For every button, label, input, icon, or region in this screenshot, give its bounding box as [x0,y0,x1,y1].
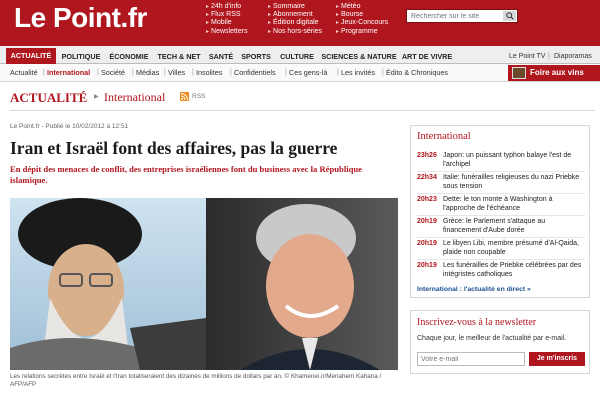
rss-link[interactable]: RSS [192,93,205,100]
subnav-separator: | [285,69,287,76]
subnav-item-actualite[interactable]: Actualité [10,64,38,82]
header-link[interactable]: Édition digitale [268,19,322,27]
news-separator [417,259,585,260]
news-text: Dette: le ton monte à Washington à l'app… [443,196,553,212]
news-time: 20h19 [417,218,437,225]
header-link[interactable]: Bourse [336,11,388,19]
nav-tab-actualite[interactable]: ACTUALITÉ [6,48,56,64]
nav-link-diaporamas[interactable]: Diaporamas [554,49,592,64]
news-item[interactable]: 22h34 Italie: funérailles religieuses du… [417,174,587,192]
nav-separator: | [548,53,550,60]
news-text: Grèce: le Parlement s'attaque au finance… [443,218,546,234]
header-links-col1: 24h d'info Flux RSS Mobile Newsletters [206,3,248,36]
header-link[interactable]: Sommaire [268,3,322,11]
header-link[interactable]: Météo [336,3,388,11]
international-news-box: International 23h26 Japon: un puissant t… [410,125,590,298]
news-text: Le libyen Libi, membre présumé d'Al-Qaid… [443,240,579,256]
site-header: Le Point.fr 24h d'info Flux RSS Mobile N… [0,0,600,46]
news-time: 23h26 [417,152,437,159]
news-separator [417,193,585,194]
header-links-col2: Sommaire Abonnement Édition digitale Nos… [268,3,322,36]
newsletter-box: Inscrivez-vous à la newsletter Chaque jo… [410,310,590,374]
article-meta: Le Point.fr - Publié le 10/02/2012 à 12:… [10,123,129,130]
article-lead: En dépit des menaces de conflit, des ent… [10,164,362,185]
news-time: 20h23 [417,196,437,203]
nav-tab-economie[interactable]: ÉCONOMIE [106,49,152,64]
section-divider [10,110,595,111]
subnav-separator: | [97,69,99,76]
subnav-item-societe[interactable]: Société [101,64,125,82]
section-title[interactable]: ACTUALITÉ [10,90,87,106]
international-direct-link[interactable]: International : l'actualité en direct » [417,286,531,293]
news-item[interactable]: 20h19 Les funérailles de Priebke célébré… [417,262,587,280]
subnav-item-villes[interactable]: Villes [168,64,185,82]
search-input[interactable] [407,10,501,22]
site-logo[interactable]: Le Point.fr [14,2,147,34]
nav-link-point-tv[interactable]: Le Point TV [509,49,545,64]
photo-caption: Les relations secrètes entre Israël et l… [10,373,382,388]
main-content: ACTUALITÉ ▶ International RSS Le Point.f… [0,82,600,393]
header-link[interactable]: Flux RSS [206,11,248,19]
subnav-item-medias[interactable]: Médias [136,64,159,82]
subnav-item-ces-gens-la[interactable]: Ces gens-là [289,64,327,82]
subnav-separator: | [192,69,194,76]
foire-aux-vins-banner[interactable]: Foire aux vins [508,65,600,81]
main-nav: ACTUALITÉ POLITIQUE ÉCONOMIE TECH & NET … [0,46,600,64]
article-photo [10,198,398,370]
news-text: Italie: funérailles religieuses du nazi … [443,174,580,190]
nav-tab-culture[interactable]: CULTURE [276,49,318,64]
newsletter-text: Chaque jour, le meilleur de l'actualité … [417,335,567,342]
news-item[interactable]: 23h26 Japon: un puissant typhon balaye l… [417,152,587,170]
article-headline: Iran et Israël font des affaires, pas la… [10,138,338,158]
breadcrumb-international[interactable]: International [104,90,165,105]
subnav-item-confidentiels[interactable]: Confidentiels [234,64,276,82]
news-time: 20h19 [417,240,437,247]
nav-tab-art-de-vivre[interactable]: ART DE VIVRE [400,49,454,64]
subnav-separator: | [230,69,232,76]
subnav-item-les-invites[interactable]: Les invités [341,64,375,82]
header-links-col3: Météo Bourse Jeux-Concours Programme [336,3,388,36]
breadcrumb-arrow-icon: ▶ [94,94,99,100]
header-link[interactable]: Nos hors-séries [268,28,322,36]
news-separator [417,171,585,172]
nav-tab-sports[interactable]: SPORTS [238,49,274,64]
news-separator [417,237,585,238]
nav-tab-sciences[interactable]: SCIENCES & NATURE [320,49,398,64]
news-item[interactable]: 20h23 Dette: le ton monte à Washington à… [417,196,587,214]
subnav-item-insolites[interactable]: Insolites [196,64,222,82]
header-link[interactable]: Mobile [206,19,248,27]
search-box [406,9,518,23]
rss-icon[interactable] [180,92,189,101]
nav-tab-tech[interactable]: TECH & NET [154,49,204,64]
news-time: 22h34 [417,174,437,181]
subnav-separator: | [337,69,339,76]
subnav-separator: | [132,69,134,76]
search-button[interactable] [503,11,516,21]
header-link[interactable]: Programme [336,28,388,36]
nav-tab-sante[interactable]: SANTÉ [206,49,236,64]
header-link[interactable]: Jeux-Concours [336,19,388,27]
search-icon [505,12,514,20]
nav-tab-politique[interactable]: POLITIQUE [58,49,104,64]
news-time: 20h19 [417,262,437,269]
subnav-item-edito[interactable]: Édito & Chroniques [386,64,448,82]
news-item[interactable]: 20h19 Le libyen Libi, membre présumé d'A… [417,240,587,258]
international-box-title[interactable]: International [411,126,589,142]
subnav-item-international[interactable]: International [47,64,90,82]
news-item[interactable]: 20h19 Grèce: le Parlement s'attaque au f… [417,218,587,236]
wine-icon [512,67,526,79]
foire-aux-vins-label: Foire aux vins [530,68,584,77]
subnav-separator: | [164,69,166,76]
subnav-separator: | [43,69,45,76]
header-link[interactable]: Newsletters [206,28,248,36]
subnav-separator: | [382,69,384,76]
newsletter-title: Inscrivez-vous à la newsletter [417,317,537,328]
newsletter-subscribe-button[interactable]: Je m'inscris [529,352,585,366]
news-separator [417,215,585,216]
news-text: Les funérailles de Priebke célébrées par… [443,262,582,278]
news-text: Japon: un puissant typhon balaye l'est d… [443,152,572,168]
newsletter-email-input[interactable] [417,352,525,366]
header-link[interactable]: 24h d'info [206,3,248,11]
